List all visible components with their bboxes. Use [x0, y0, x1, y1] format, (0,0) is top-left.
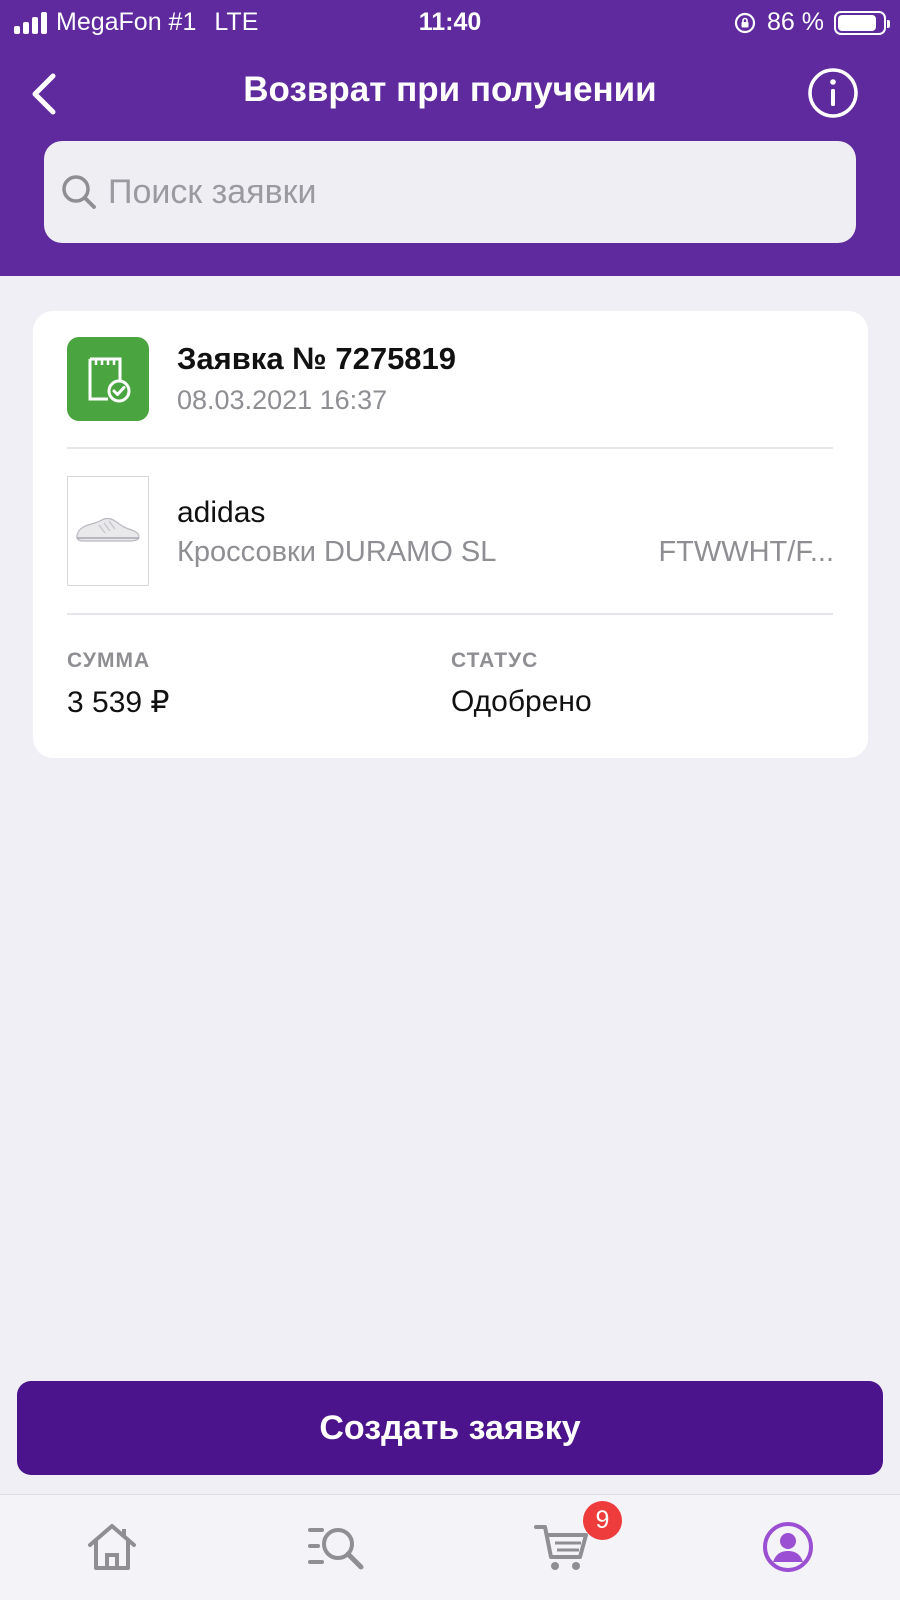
sum-label: СУММА	[67, 649, 151, 672]
battery-percent: 86 %	[767, 8, 824, 36]
search-bar[interactable]	[44, 141, 856, 243]
status-label: СТАТУС	[451, 649, 539, 672]
cart-badge: 9	[583, 1501, 622, 1540]
profile-icon	[763, 1522, 813, 1572]
tab-home[interactable]	[80, 1515, 144, 1579]
product-name: Кроссовки DURAMO SL	[177, 536, 497, 568]
sum-value: 3 539 ₽	[67, 686, 170, 719]
info-button[interactable]	[806, 66, 860, 120]
tab-profile[interactable]	[756, 1515, 820, 1579]
product-brand: adidas	[177, 496, 266, 529]
tab-catalog[interactable]	[305, 1515, 369, 1579]
return-request-card[interactable]: Заявка № 7275819 08.03.2021 16:37 adidas…	[33, 311, 868, 758]
search-input[interactable]	[108, 172, 808, 212]
battery-level	[838, 14, 876, 31]
info-icon	[808, 68, 858, 118]
status-value: Одобрено	[451, 685, 592, 718]
home-icon	[88, 1524, 136, 1570]
search-icon	[62, 175, 96, 209]
catalog-search-icon	[308, 1528, 364, 1570]
request-date: 08.03.2021 16:37	[177, 385, 388, 415]
divider	[67, 613, 833, 615]
sneaker-icon	[76, 517, 140, 542]
create-request-button[interactable]: Создать заявку	[17, 1381, 883, 1475]
product-variant: FTWWHT/F...	[658, 536, 834, 568]
product-image	[67, 476, 149, 586]
divider	[67, 447, 833, 449]
orientation-lock-icon	[734, 12, 756, 33]
tab-bar	[0, 1494, 900, 1600]
request-approved-icon	[67, 337, 149, 421]
status-bar: MegaFon #1 LTE 11:40 86 %	[0, 0, 900, 46]
nav-bar: Возврат при получении	[0, 56, 900, 128]
battery-icon	[834, 10, 890, 35]
header: MegaFon #1 LTE 11:40 86 % Возврат при по…	[0, 0, 900, 276]
page-title: Возврат при получении	[243, 70, 657, 109]
request-number: Заявка № 7275819	[177, 341, 457, 376]
receipt-check-icon	[88, 357, 131, 403]
cart-icon	[534, 1525, 588, 1570]
